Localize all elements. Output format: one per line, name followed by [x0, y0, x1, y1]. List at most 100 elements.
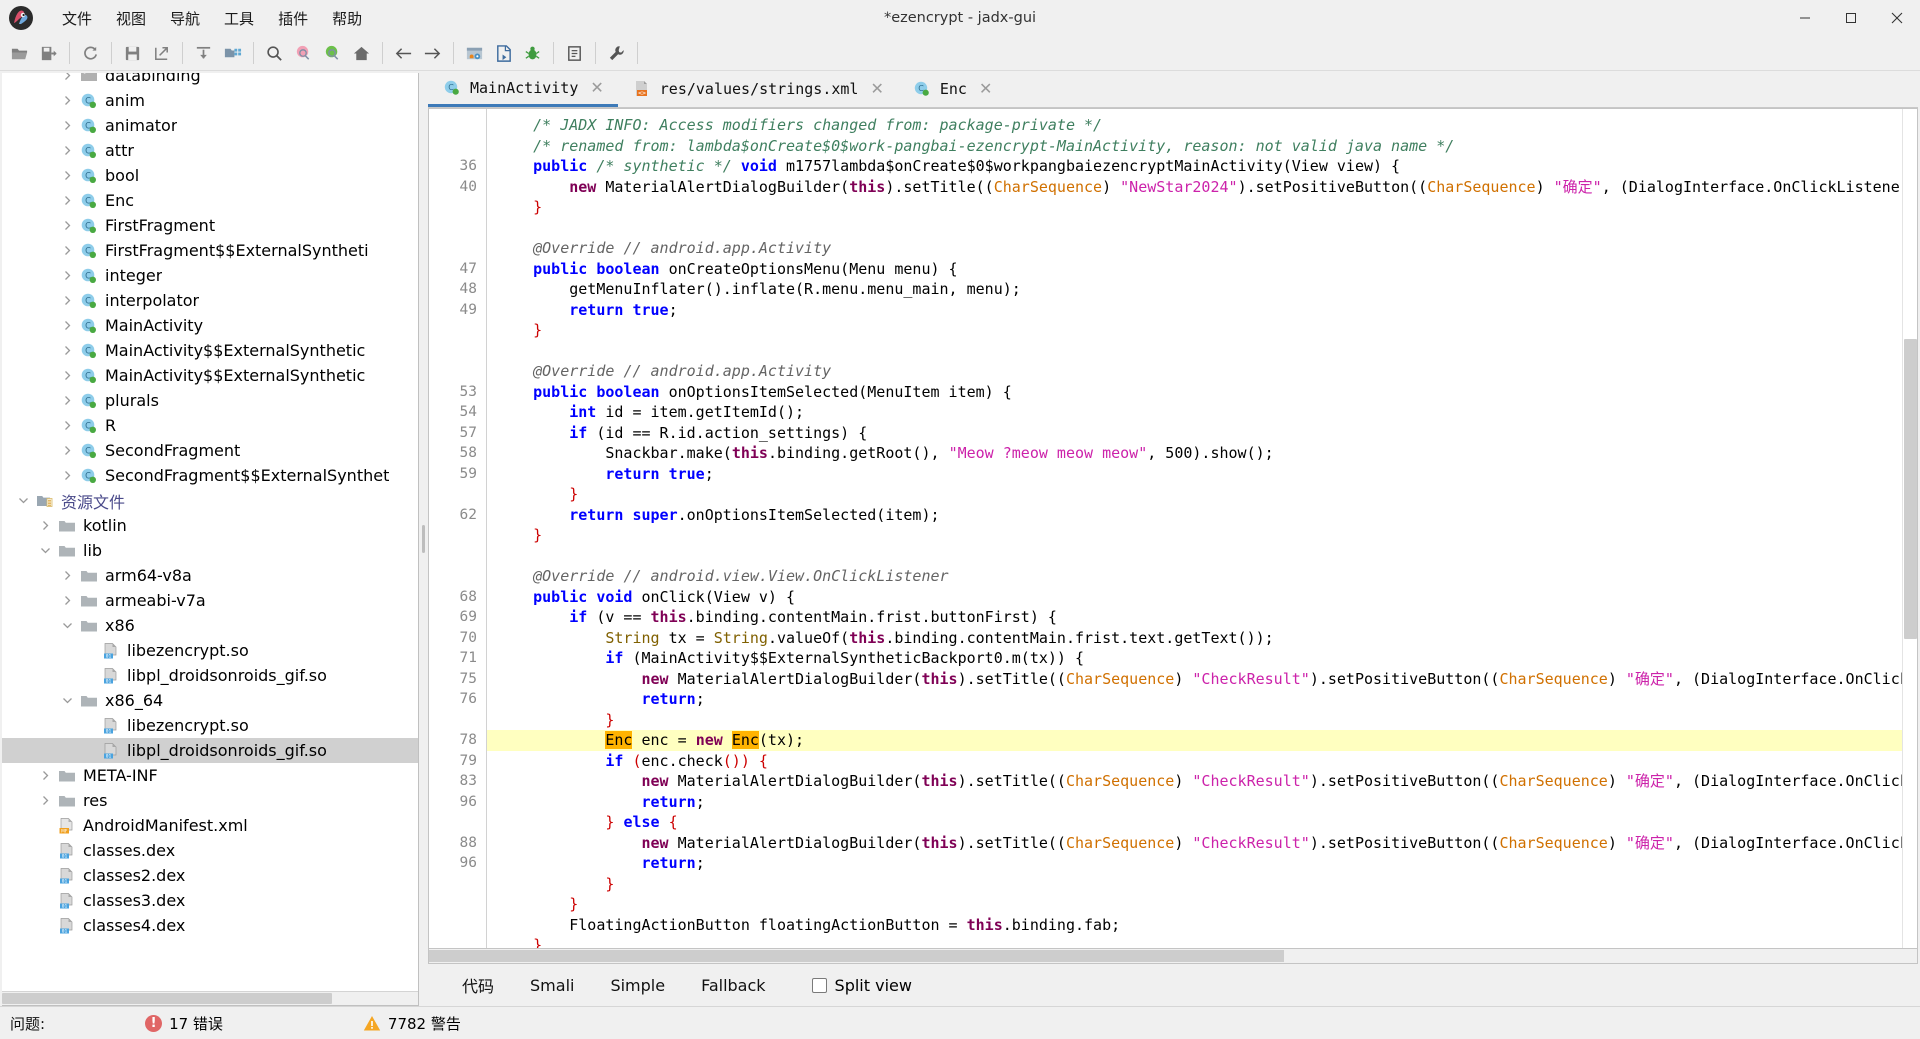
chevron-right-icon[interactable] — [56, 445, 78, 456]
tree-item[interactable]: 01 classes2.dex — [2, 863, 418, 888]
tree-item[interactable]: Cplurals — [2, 388, 418, 413]
export-icon[interactable] — [148, 40, 175, 67]
editor-hscroll-thumb[interactable] — [429, 950, 1284, 962]
chevron-right-icon[interactable] — [56, 370, 78, 381]
reload-icon[interactable] — [77, 40, 104, 67]
tree-item[interactable]: armeabi-v7a — [2, 588, 418, 613]
tree-item[interactable]: 01 libpl_droidsonroids_gif.so — [2, 663, 418, 688]
tab-enc[interactable]: C Enc ✕ — [898, 71, 1007, 107]
view-tab-code[interactable]: 代码 — [444, 973, 512, 997]
chevron-right-icon[interactable] — [56, 320, 78, 331]
chevron-right-icon[interactable] — [56, 595, 78, 606]
chevron-right-icon[interactable] — [56, 420, 78, 431]
maximize-button[interactable] — [1828, 0, 1874, 36]
tree-item[interactable]: C MainActivity$$ExternalSynthetic — [2, 338, 418, 363]
tree-hscroll-thumb[interactable] — [2, 993, 332, 1004]
tree-item[interactable]: C MainActivity — [2, 313, 418, 338]
tree-item[interactable]: META-INF — [2, 763, 418, 788]
split-view-checkbox[interactable] — [811, 977, 827, 993]
panel-splitter[interactable] — [419, 71, 428, 1006]
tree-item[interactable]: Cattr — [2, 138, 418, 163]
chevron-down-icon[interactable] — [56, 620, 78, 631]
log-icon[interactable] — [561, 40, 588, 67]
tree-item[interactable]: 01 classes3.dex — [2, 888, 418, 913]
tree-item[interactable]: Cinteger — [2, 263, 418, 288]
tree-item[interactable]: CR — [2, 413, 418, 438]
tree-item[interactable]: C SecondFragment — [2, 438, 418, 463]
tab-close-icon[interactable]: ✕ — [586, 78, 607, 98]
search-icon[interactable] — [261, 40, 288, 67]
menu-help[interactable]: 帮助 — [320, 4, 374, 33]
home-icon[interactable] — [348, 40, 375, 67]
flatten-packages-icon[interactable] — [219, 40, 246, 67]
save-icon[interactable] — [119, 40, 146, 67]
chevron-right-icon[interactable] — [56, 295, 78, 306]
open-folder-icon[interactable] — [6, 40, 33, 67]
back-arrow-icon[interactable] — [390, 40, 417, 67]
tree-item[interactable]: 资源文件 — [2, 488, 418, 513]
chevron-right-icon[interactable] — [56, 245, 78, 256]
sync-icon[interactable] — [190, 40, 217, 67]
chevron-right-icon[interactable] — [34, 795, 56, 806]
tree-item[interactable]: C FirstFragment — [2, 213, 418, 238]
view-tab-simple[interactable]: Simple — [592, 976, 683, 995]
code-editor[interactable]: 36 40 47 48 49 53 54 57 58 59 62 68 69 70 71 75 76 78 79 83… — [428, 108, 1918, 949]
decompile-icon[interactable] — [490, 40, 517, 67]
tree-item[interactable]: C MainActivity$$ExternalSynthetic — [2, 363, 418, 388]
search-class-icon[interactable] — [290, 40, 317, 67]
menu-plugins[interactable]: 插件 — [266, 4, 320, 33]
save-all-icon[interactable] — [35, 40, 62, 67]
chevron-right-icon[interactable] — [56, 220, 78, 231]
tree-item[interactable]: x86 — [2, 613, 418, 638]
tree-item[interactable]: x86_64 — [2, 688, 418, 713]
deobfuscation-icon[interactable] — [461, 40, 488, 67]
tree-item[interactable]: MF AndroidManifest.xml — [2, 813, 418, 838]
tree-item[interactable]: 01 libezencrypt.so — [2, 638, 418, 663]
chevron-right-icon[interactable] — [56, 395, 78, 406]
preferences-icon[interactable] — [603, 40, 630, 67]
splitter-grip[interactable] — [422, 524, 425, 553]
chevron-down-icon[interactable] — [56, 695, 78, 706]
editor-horizontal-scrollbar[interactable] — [428, 949, 1918, 964]
search-comment-icon[interactable] — [319, 40, 346, 67]
chevron-right-icon[interactable] — [56, 345, 78, 356]
chevron-right-icon[interactable] — [56, 73, 78, 81]
menu-tools[interactable]: 工具 — [212, 4, 266, 33]
tree-item[interactable]: 01 libpl_droidsonroids_gif.so — [2, 738, 418, 763]
tree-item[interactable]: arm64-v8a — [2, 563, 418, 588]
tree-item[interactable]: C SecondFragment$$ExternalSynthet — [2, 463, 418, 488]
debugger-icon[interactable] — [519, 40, 546, 67]
tree-item[interactable]: lib — [2, 538, 418, 563]
tree-item[interactable]: Canim — [2, 88, 418, 113]
tree-item[interactable]: 01 classes.dex — [2, 838, 418, 863]
chevron-right-icon[interactable] — [56, 195, 78, 206]
tree-item[interactable]: 01 libezencrypt.so — [2, 713, 418, 738]
tab-mainactivity[interactable]: C MainActivity ✕ — [428, 71, 618, 107]
tree-item[interactable]: C FirstFragment$$ExternalSyntheti — [2, 238, 418, 263]
tab-strings-xml[interactable]: <> res/values/strings.xml ✕ — [618, 71, 898, 107]
menu-view[interactable]: 视图 — [104, 4, 158, 33]
tab-close-icon[interactable]: ✕ — [866, 79, 887, 99]
editor-vscroll-thumb[interactable] — [1904, 339, 1917, 639]
chevron-right-icon[interactable] — [56, 120, 78, 131]
chevron-right-icon[interactable] — [34, 770, 56, 781]
status-warning-item[interactable]: 7782 警告 — [363, 1013, 461, 1034]
tree-item[interactable]: Cinterpolator — [2, 288, 418, 313]
chevron-down-icon[interactable] — [34, 545, 56, 556]
chevron-right-icon[interactable] — [56, 270, 78, 281]
chevron-right-icon[interactable] — [56, 170, 78, 181]
minimize-button[interactable] — [1782, 0, 1828, 36]
tree-scroll-area[interactable]: databinding Canim Canimator Cattr Cbool C Enc C… — [2, 73, 418, 991]
close-button[interactable] — [1874, 0, 1920, 36]
status-error-item[interactable]: ! 17 错误 — [145, 1013, 223, 1034]
chevron-right-icon[interactable] — [56, 145, 78, 156]
tree-horizontal-scrollbar[interactable] — [2, 991, 418, 1005]
view-tab-fallback[interactable]: Fallback — [683, 976, 783, 995]
tree-item[interactable]: res — [2, 788, 418, 813]
split-view-control[interactable]: Split view — [811, 976, 912, 995]
view-tab-smali[interactable]: Smali — [512, 976, 592, 995]
chevron-right-icon[interactable] — [56, 470, 78, 481]
menu-file[interactable]: 文件 — [50, 4, 104, 33]
editor-vertical-scrollbar[interactable] — [1902, 109, 1917, 948]
chevron-right-icon[interactable] — [56, 95, 78, 106]
